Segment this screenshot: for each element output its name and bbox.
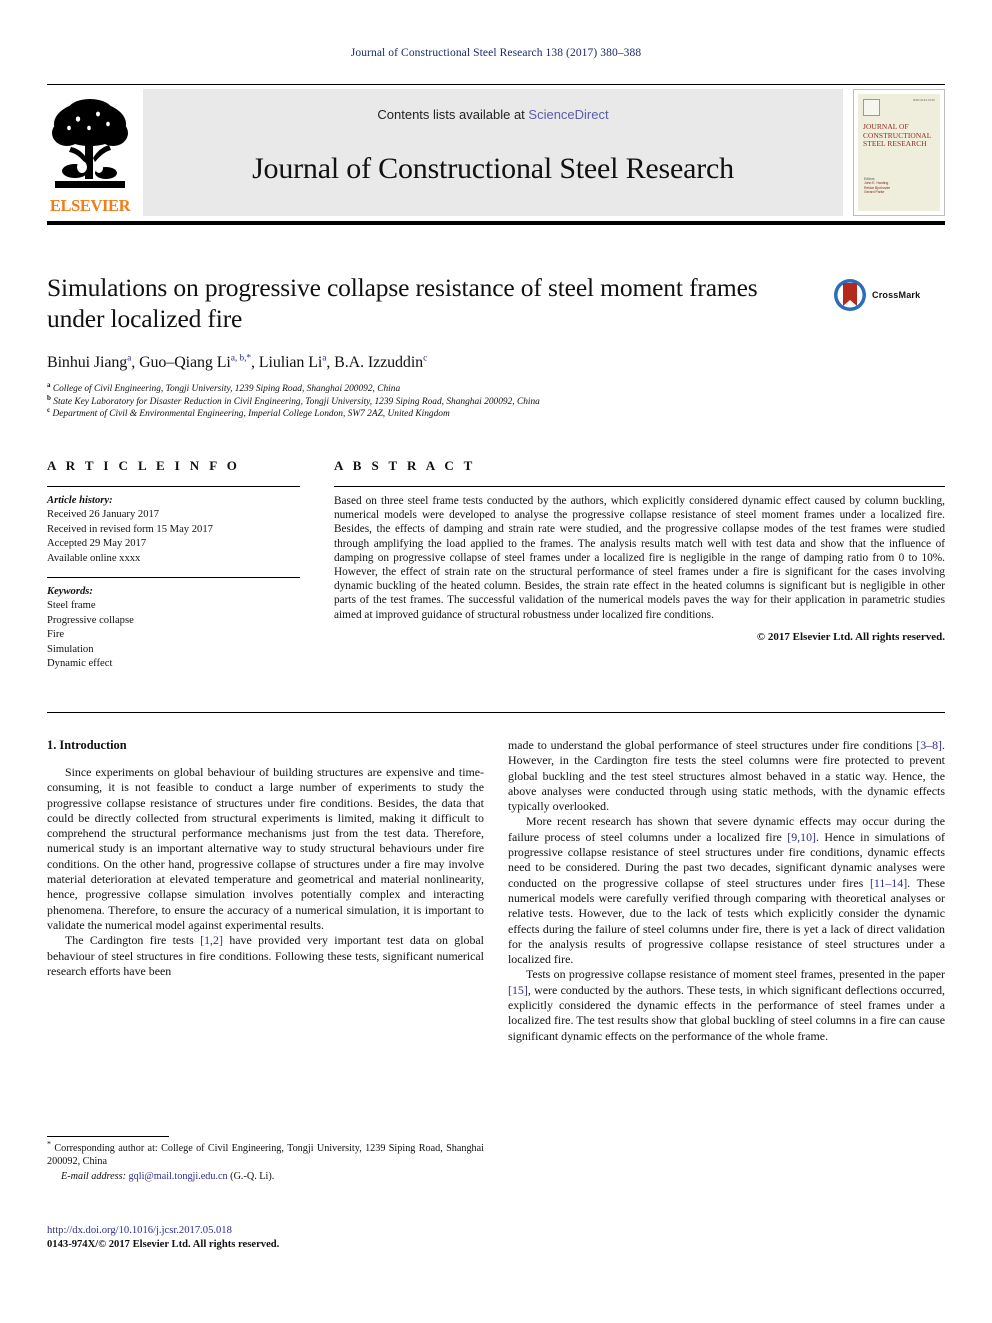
- citation-ref[interactable]: [1,2]: [200, 933, 223, 947]
- paragraph: made to understand the global performanc…: [508, 738, 945, 814]
- info-and-abstract: A R T I C L E I N F O Article history: R…: [47, 458, 945, 671]
- article-history-label: Article history:: [47, 495, 113, 506]
- affiliation-item: a College of Civil Engineering, Tongji U…: [47, 380, 945, 396]
- paragraph-pre: The Cardington fire tests: [65, 933, 201, 948]
- email-label: E-mail address:: [61, 1170, 126, 1182]
- paragraph: Tests on progressive collapse resistance…: [508, 967, 945, 1043]
- contents-available-line: Contents lists available at ScienceDirec…: [377, 107, 608, 122]
- citation-ref[interactable]: [3–8]: [916, 738, 942, 752]
- affiliation-item: b State Key Laboratory for Disaster Redu…: [47, 393, 945, 409]
- article-info-column: A R T I C L E I N F O Article history: R…: [47, 458, 300, 671]
- journal-title: Journal of Constructional Steel Research: [252, 152, 734, 185]
- cover-publisher-mark-icon: [863, 99, 880, 116]
- abstract-text: Based on three steel frame tests conduct…: [334, 495, 945, 621]
- affiliation-mark: c: [47, 406, 51, 415]
- affiliation-mark: a: [47, 380, 51, 389]
- cover-journal-title: JOURNAL OF CONSTRUCTIONAL STEEL RESEARCH: [863, 122, 932, 149]
- footnote-email-line: E-mail address: gqli@mail.tongji.edu.cn …: [47, 1170, 484, 1183]
- keyword-item: Simulation: [47, 643, 94, 655]
- citation-ref[interactable]: [11–14]: [870, 876, 907, 890]
- crossmark-badge[interactable]: CrossMark: [833, 278, 945, 312]
- footnote-corresponding-text: * Corresponding author at: College of Ci…: [47, 1140, 484, 1169]
- paragraph: Since experiments on global behaviour of…: [47, 765, 484, 932]
- abstract-copyright: © 2017 Elsevier Ltd. All rights reserved…: [756, 630, 945, 643]
- history-item: Accepted 29 May 2017: [47, 538, 147, 550]
- history-item: Received 26 January 2017: [47, 509, 160, 521]
- cover-editor-3: Gerard Parke: [864, 190, 885, 195]
- running-head: Journal of Constructional Steel Research…: [350, 47, 642, 59]
- crossmark-icon: [834, 279, 866, 311]
- elsevier-logo: ELSEVIER: [47, 89, 133, 216]
- history-item: Received in revised form 15 May 2017: [47, 523, 213, 535]
- footer-doi-block: http://dx.doi.org/10.1016/j.jcsr.2017.05…: [47, 1224, 484, 1252]
- keyword-item: Dynamic effect: [47, 658, 113, 670]
- cover-issn-text: ISSN 0143-974X: [912, 99, 935, 102]
- cover-editors-block: Editors John E. Harding Reidar Bjorhovde…: [864, 177, 890, 195]
- journal-cover-thumbnail[interactable]: ISSN 0143-974X JOURNAL OF CONSTRUCTIONAL…: [853, 89, 945, 216]
- citation-ref[interactable]: [15]: [508, 983, 528, 997]
- crossmark-label: CrossMark: [872, 290, 921, 300]
- corresponding-author-footnote: * Corresponding author at: College of Ci…: [47, 1136, 484, 1183]
- paragraph-pre: made to understand the global performanc…: [508, 738, 917, 752]
- affiliation-list: a College of Civil Engineering, Tongji U…: [47, 380, 945, 421]
- email-suffix: (G.-Q. Li).: [227, 1170, 275, 1182]
- history-item: Available online xxxx: [47, 552, 141, 564]
- article-info-heading: A R T I C L E I N F O: [47, 458, 241, 473]
- body-separator-rule: [47, 712, 945, 713]
- cover-inner: ISSN 0143-974X JOURNAL OF CONSTRUCTIONAL…: [858, 94, 940, 211]
- masthead-bottom-rule: [47, 221, 945, 225]
- abstract-rule: [334, 486, 945, 487]
- footnote-body: Corresponding author at: College of Civi…: [47, 1143, 484, 1168]
- affiliation-text: College of Civil Engineering, Tongji Uni…: [52, 384, 401, 394]
- cover-topbar: ISSN 0143-974X: [863, 99, 935, 116]
- keywords-label: Keywords:: [47, 586, 93, 598]
- keyword-item: Progressive collapse: [47, 614, 134, 626]
- journal-masthead: ELSEVIER Contents lists available at Sci…: [47, 84, 945, 225]
- keywords-divider: [47, 577, 300, 579]
- page-title: Simulations on progressive collapse resi…: [47, 273, 758, 333]
- paragraph-pre: Tests on progressive collapse resistance…: [526, 967, 945, 982]
- author-list: Binhui Jianga, Guo–Qiang Lia, b,*, Liuli…: [47, 353, 428, 371]
- affiliation-text: Department of Civil & Environmental Engi…: [52, 409, 450, 420]
- sciencedirect-link[interactable]: ScienceDirect: [528, 107, 608, 122]
- article-history-group: Article history: Received 26 January 201…: [47, 494, 300, 566]
- footnote-rule: [47, 1136, 169, 1137]
- citation-ref[interactable]: [9,10]: [787, 830, 816, 844]
- keywords-group: Keywords: Steel frame Progressive collap…: [47, 585, 300, 671]
- contents-prefix-text: Contents lists available at: [377, 107, 529, 122]
- affiliation-item: c Department of Civil & Environmental En…: [47, 406, 945, 421]
- paragraph: The Cardington fire tests [1,2] have pro…: [47, 933, 484, 979]
- body-columns: 1. Introduction Since experiments on glo…: [47, 738, 945, 1044]
- masthead-top-rule: [47, 84, 945, 85]
- paragraph: More recent research has shown that seve…: [508, 814, 945, 967]
- issn-copyright-line: 0143-974X/© 2017 Elsevier Ltd. All right…: [47, 1239, 280, 1250]
- keyword-item: Steel frame: [47, 600, 96, 612]
- article-first-page: Journal of Constructional Steel Research…: [0, 0, 992, 1323]
- title-block: Simulations on progressive collapse resi…: [47, 272, 945, 421]
- email-link[interactable]: gqli@mail.tongji.edu.cn: [129, 1171, 228, 1182]
- doi-link[interactable]: http://dx.doi.org/10.1016/j.jcsr.2017.05…: [47, 1224, 484, 1238]
- article-info-rule: [47, 486, 300, 487]
- body-left-column: 1. Introduction Since experiments on glo…: [47, 738, 484, 1044]
- abstract-column: A B S T R A C T Based on three steel fra…: [334, 458, 945, 671]
- elsevier-wordmark: ELSEVIER: [49, 195, 131, 215]
- body-right-column: made to understand the global performanc…: [508, 738, 945, 1044]
- section-heading-introduction: 1. Introduction: [47, 738, 127, 752]
- keyword-item: Fire: [47, 629, 65, 641]
- affiliation-mark: b: [47, 393, 51, 402]
- elsevier-tree-icon: [52, 98, 128, 188]
- affiliation-text: State Key Laboratory for Disaster Reduct…: [53, 396, 540, 407]
- abstract-heading: A B S T R A C T: [334, 458, 476, 473]
- masthead-center-panel: Contents lists available at ScienceDirec…: [143, 89, 843, 216]
- paragraph-post: , were conducted by the authors. These t…: [508, 982, 945, 1043]
